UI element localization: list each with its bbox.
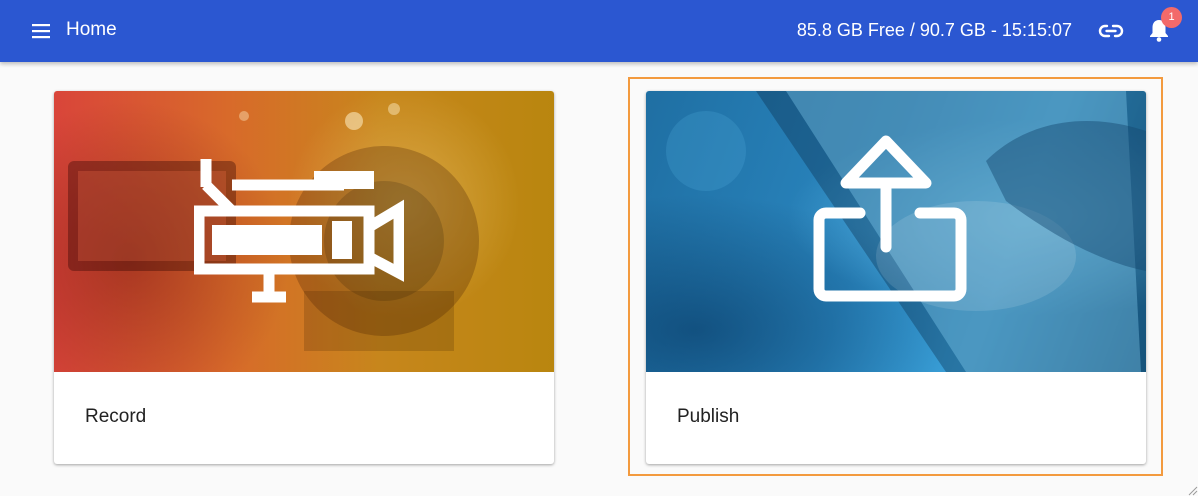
record-card-image [54, 91, 554, 372]
upload-icon [813, 135, 967, 302]
menu-icon [32, 24, 50, 39]
publish-card-image [646, 91, 1146, 372]
page-title: Home [66, 19, 117, 40]
link-icon [1098, 24, 1124, 38]
menu-button[interactable] [30, 20, 52, 42]
notification-badge: 1 [1161, 7, 1182, 28]
link-button[interactable] [1098, 19, 1124, 43]
publish-card-label: Publish [677, 406, 740, 427]
storage-status-text: 85.8 GB Free / 90.7 GB - 15:15:07 [796, 20, 1072, 40]
publish-card[interactable]: Publish [646, 91, 1146, 464]
video-camera-icon [194, 159, 404, 303]
record-card-label: Record [85, 406, 147, 427]
record-card[interactable]: Record [54, 91, 554, 464]
resize-grip-icon[interactable] [1186, 484, 1198, 496]
app-bar: Home 85.8 GB Free / 90.7 GB - 15:15:07 1 [0, 0, 1198, 62]
main-content: Record Publish [0, 62, 1198, 496]
